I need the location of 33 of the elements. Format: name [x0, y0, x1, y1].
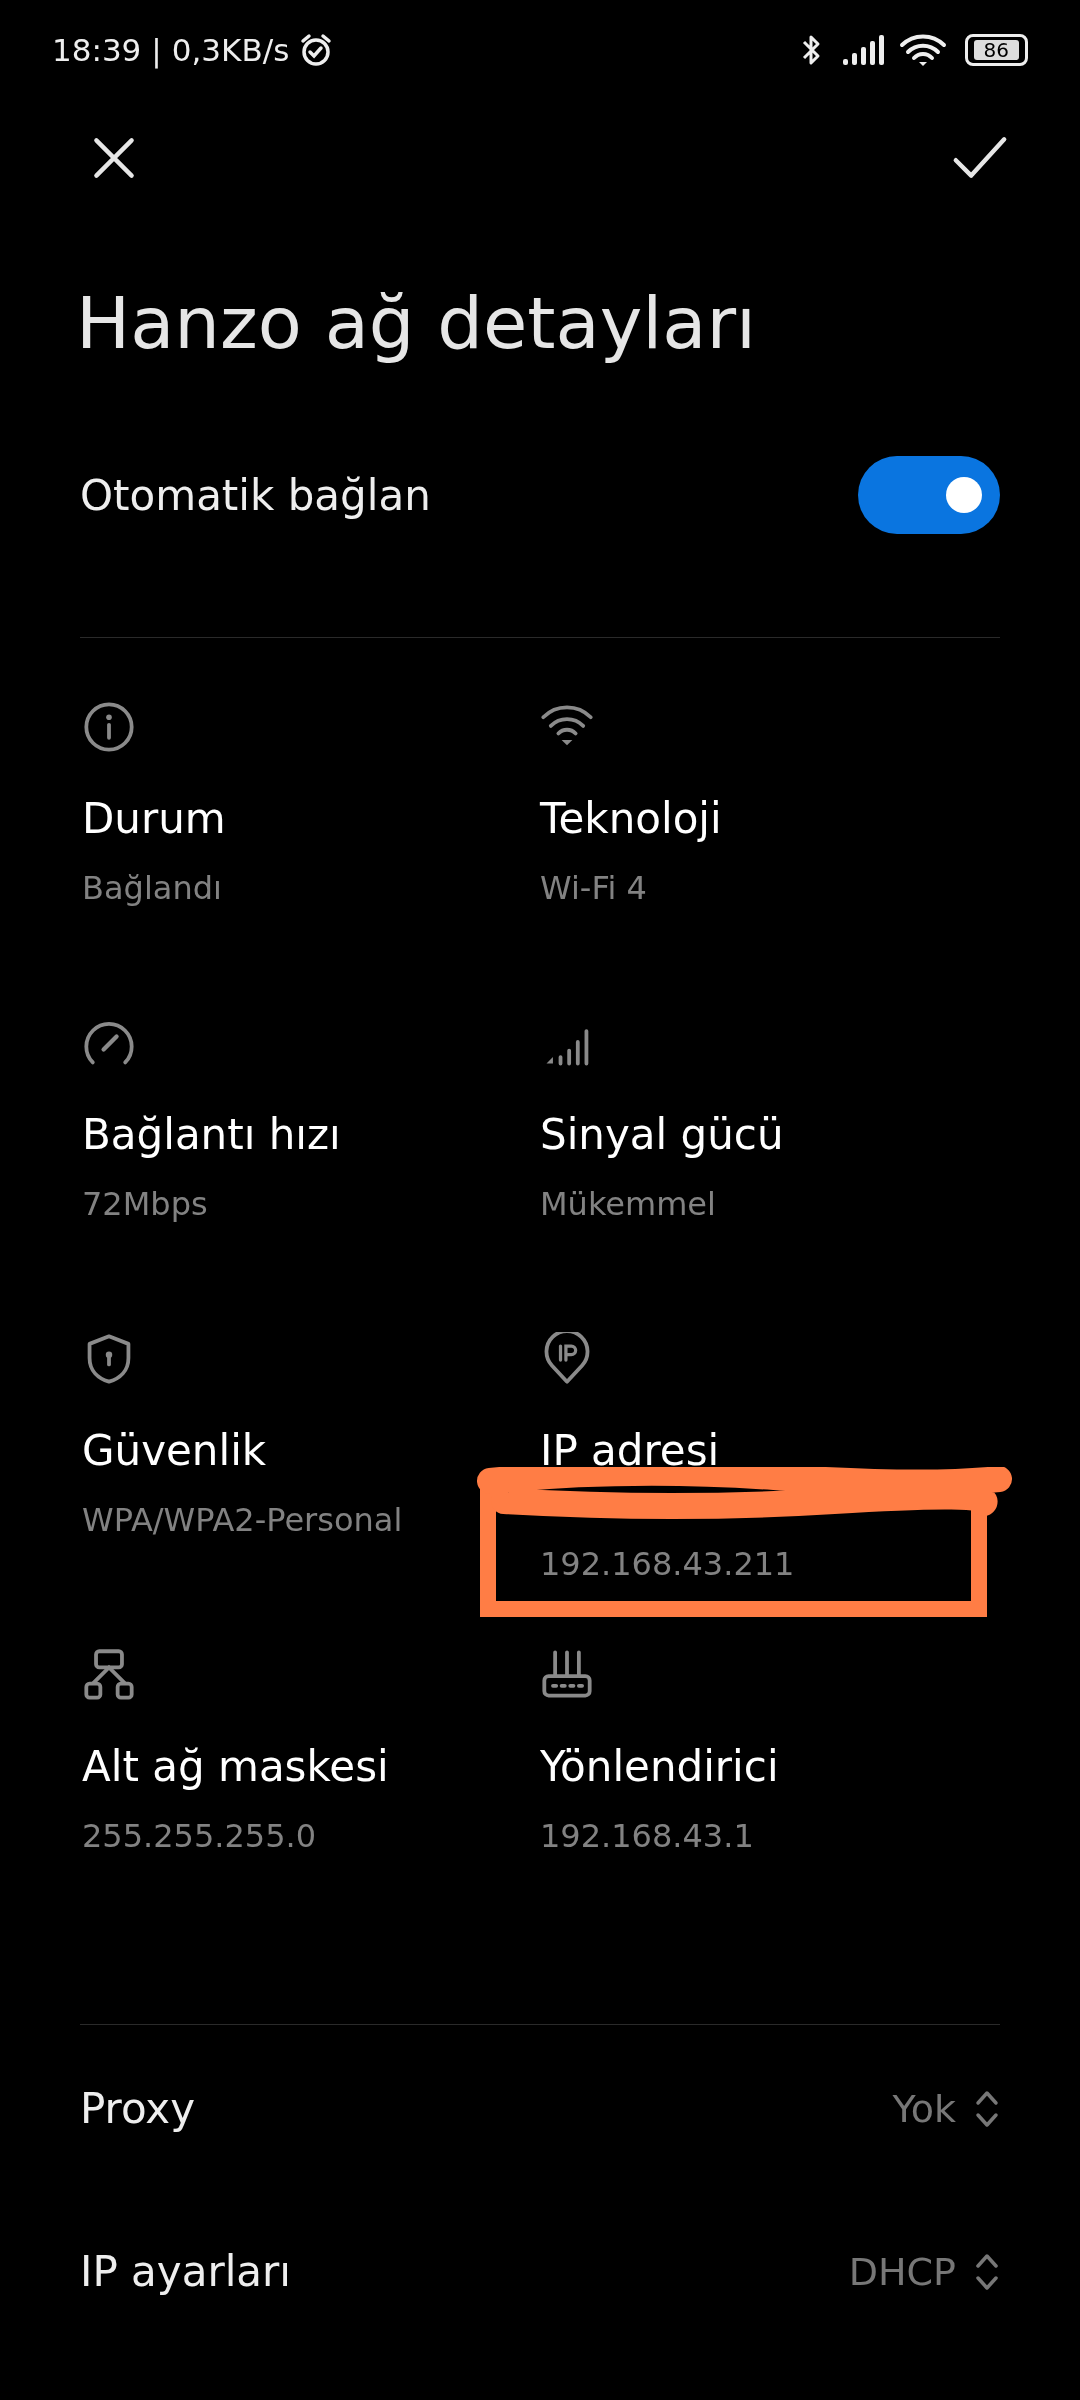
settings-row[interactable]: Proxy Yok	[0, 2027, 1080, 2190]
detail-value: 72Mbps	[82, 1185, 208, 1223]
detail-value: 192.168.43.211	[540, 1545, 795, 1583]
detail-value: Mükemmel	[540, 1185, 716, 1223]
wifi-icon	[898, 33, 947, 67]
setting-label: Otomatik bağlan	[80, 470, 431, 520]
page-title: Hanzo ağ detayları	[75, 280, 758, 367]
detail-label: Teknoloji	[540, 794, 722, 843]
checkmark-icon[interactable]	[952, 135, 1008, 180]
battery-indicator: 86	[964, 34, 1028, 66]
setting-value: DHCP	[848, 2249, 956, 2294]
detail-label: Sinyal gücü	[540, 1110, 784, 1159]
separator: |	[151, 32, 162, 68]
network-speed: 0,3KB/s	[171, 32, 290, 68]
setting-label: IP ayarları	[80, 2247, 291, 2296]
detail-value: Wi-Fi 4	[540, 869, 647, 907]
network-icon	[82, 1648, 136, 1702]
detail-label: Yönlendirici	[540, 1742, 779, 1791]
detail-label: IP adresi	[540, 1426, 720, 1475]
detail-value: Bağlandı	[82, 869, 222, 907]
detail-value: 192.168.43.1	[540, 1817, 754, 1855]
detail-label: Durum	[82, 794, 226, 843]
detail-label: Bağlantı hızı	[82, 1110, 341, 1159]
detail-label: Güvenlik	[82, 1426, 267, 1475]
detail-label: Alt ağ maskesi	[82, 1742, 389, 1791]
setting-value: Yok	[892, 2086, 956, 2131]
setting-label: Proxy	[80, 2084, 196, 2133]
clock: 18:39	[52, 32, 142, 68]
detail-value: WPA/WPA2-Personal	[82, 1501, 403, 1539]
settings-row[interactable]: IP ayarları DHCP	[0, 2190, 1080, 2353]
detail-value: 255.255.255.0	[82, 1817, 317, 1855]
close-icon[interactable]	[92, 135, 136, 180]
info-icon	[82, 700, 136, 754]
